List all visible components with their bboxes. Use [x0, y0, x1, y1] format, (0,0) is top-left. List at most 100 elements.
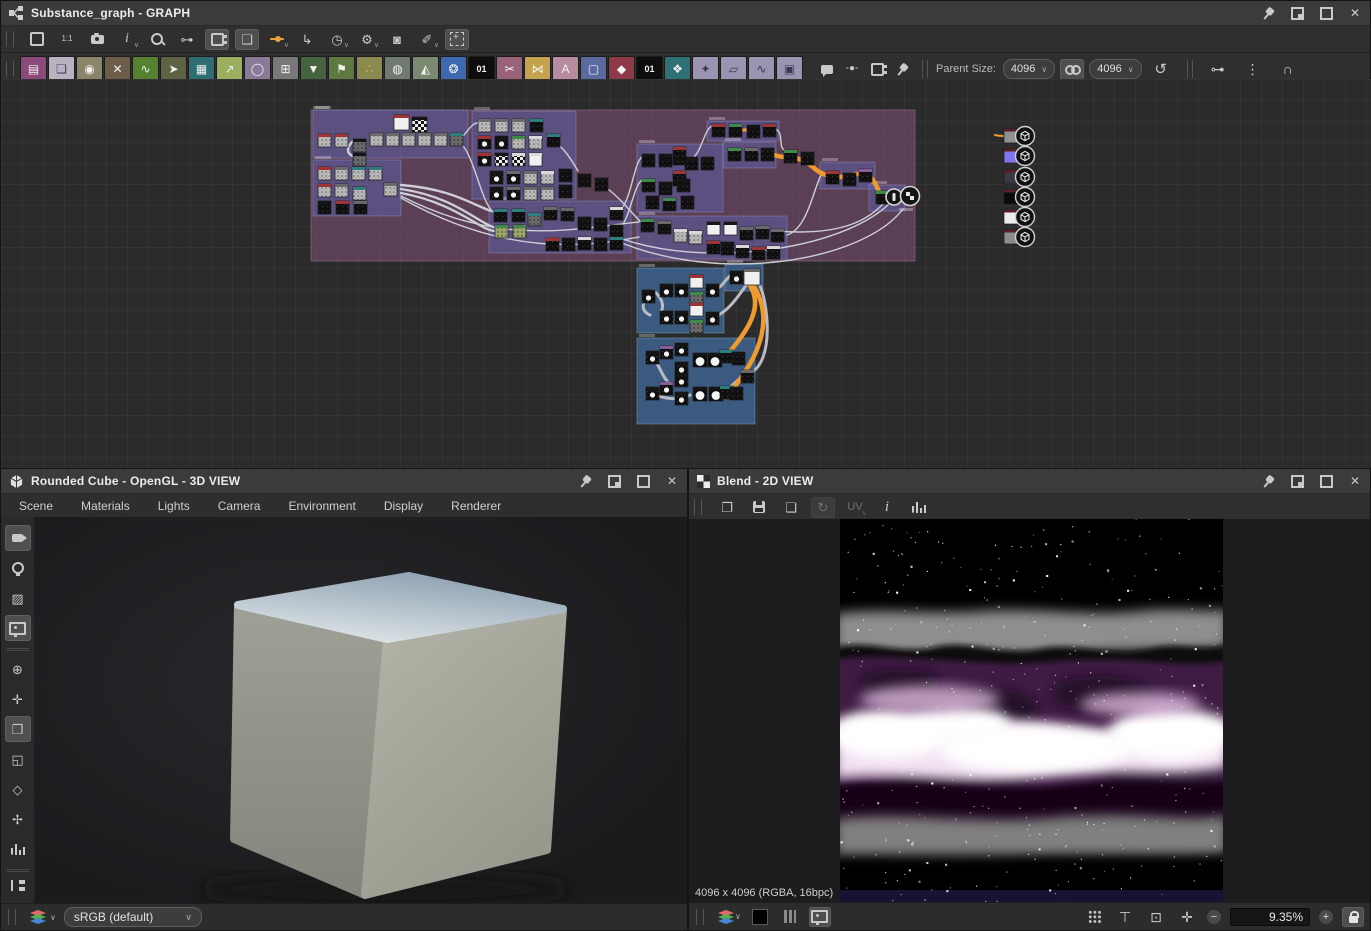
screenshot-button[interactable] — [85, 29, 109, 50]
cube-icon — [9, 474, 24, 489]
node-header — [690, 320, 703, 323]
geometry-plane-button[interactable]: ◇ — [5, 776, 31, 802]
pixel-ratio-button[interactable]: ⊤ — [1114, 907, 1136, 927]
dock-button[interactable] — [1290, 6, 1304, 20]
fit-view-button[interactable] — [25, 29, 49, 50]
floppy-icon — [753, 501, 765, 513]
menu-environment[interactable]: Environment — [274, 494, 369, 518]
highlighted-wire[interactable] — [995, 135, 1003, 136]
toolbar-grip[interactable] — [696, 909, 704, 925]
pin-item-button[interactable] — [890, 59, 914, 80]
zoom-level-input[interactable] — [1230, 908, 1310, 926]
display-filter-button[interactable] — [809, 907, 831, 927]
tools-button[interactable]: ⚙∨ — [355, 29, 379, 50]
parent-size-width-select[interactable]: 4096∨ — [1003, 59, 1055, 79]
menu-materials[interactable]: Materials — [67, 494, 144, 518]
connect-plug-button[interactable]: ⊶ — [1206, 59, 1230, 80]
graph-canvas[interactable] — [1, 79, 1371, 469]
node-header — [801, 152, 814, 155]
dock-button[interactable] — [607, 474, 621, 488]
toolbar-grip[interactable] — [8, 909, 16, 925]
compute-time-button[interactable]: ◷∨ — [325, 29, 349, 50]
fit-view-button[interactable]: ⊡ — [1145, 907, 1167, 927]
view3d-titlebar[interactable]: Rounded Cube - OpenGL - 3D VIEW ✕ — [1, 469, 687, 494]
menu-renderer[interactable]: Renderer — [437, 494, 515, 518]
color-profile-select[interactable]: sRGB (default) ∨ — [64, 907, 202, 927]
layer-display-button[interactable]: ❏ — [235, 29, 259, 50]
fit-scene-button[interactable]: ⊕ — [5, 656, 31, 682]
reset-icon: ↺ — [1154, 62, 1167, 77]
export-image-button[interactable]: ❐ — [715, 497, 739, 518]
pan-view-button[interactable]: ✛ — [1176, 907, 1198, 927]
save-image-button[interactable] — [747, 497, 771, 518]
search-button[interactable] — [145, 29, 169, 50]
node-display-button[interactable] — [205, 29, 229, 50]
zoom-lock-button[interactable] — [1342, 907, 1364, 927]
maximize-button[interactable] — [1319, 474, 1333, 488]
close-button[interactable]: ✕ — [1348, 474, 1362, 488]
view3d-viewport[interactable]: ▨ ⊕ ✛ ❒ ◱ ◇ ✢ — [1, 517, 687, 906]
transform-gizmo-button[interactable]: ✛ — [5, 686, 31, 712]
align-nodes-button[interactable]: ⋮ — [1241, 59, 1265, 80]
view2d-viewport[interactable]: 4096 x 4096 (RGBA, 16bpc) — [689, 519, 1370, 905]
dot-node-button[interactable]: -●- — [840, 59, 864, 80]
menu-camera[interactable]: Camera — [204, 494, 275, 518]
menu-scene[interactable]: Scene — [5, 494, 67, 518]
dock-button[interactable] — [1290, 474, 1304, 488]
pin-button[interactable] — [1261, 474, 1275, 488]
maximize-button[interactable] — [1319, 6, 1333, 20]
magnet-snap-button[interactable]: ∩ — [1276, 59, 1300, 80]
zoom-actual-button[interactable]: 1:1 — [55, 29, 79, 50]
pin-button[interactable] — [578, 474, 592, 488]
connection-style-elbow-button[interactable]: ↳ — [295, 29, 319, 50]
color-channels-button[interactable]: ∨ — [717, 909, 741, 925]
zoom-out-button[interactable]: − — [1207, 910, 1221, 924]
pin-button[interactable] — [1261, 6, 1275, 20]
render-stats-button[interactable] — [5, 836, 31, 862]
toolbar-grip[interactable] — [6, 31, 14, 47]
close-button[interactable]: ✕ — [1348, 6, 1362, 20]
toolbar-grip[interactable] — [6, 61, 14, 77]
image-info-button[interactable]: i — [875, 497, 899, 518]
tiling-mode-button[interactable] — [779, 907, 801, 927]
frame-label — [639, 264, 655, 267]
toolbar-grip[interactable] — [694, 499, 702, 515]
maximize-button[interactable] — [636, 474, 650, 488]
environment-button[interactable]: ▨ — [5, 585, 31, 611]
menu-lights[interactable]: Lights — [144, 494, 204, 518]
zoom-in-button[interactable]: + — [1319, 910, 1333, 924]
turntable-button[interactable]: ✢ — [5, 806, 31, 832]
frame-node-button[interactable] — [865, 59, 889, 80]
geometry-cube-button[interactable]: ❒ — [5, 716, 31, 742]
lights-button[interactable] — [5, 555, 31, 581]
view2d-bottom-left-tools: ∨ — [717, 907, 831, 927]
connection-style-dot-button[interactable]: ∨ — [265, 29, 289, 50]
lock-icon — [1349, 916, 1358, 923]
size-link-button[interactable] — [1060, 59, 1084, 80]
clean-button[interactable]: ✐∨ — [415, 29, 439, 50]
link-display-button[interactable]: ⊶ — [175, 29, 199, 50]
copy-image-button[interactable]: ❏ — [779, 497, 803, 518]
info-button[interactable]: i∨ — [115, 29, 139, 50]
parent-size-height-select[interactable]: 4096∨ — [1089, 59, 1141, 79]
close-button[interactable]: ✕ — [665, 474, 679, 488]
view2d-titlebar[interactable]: Blend - 2D VIEW ✕ — [689, 469, 1370, 494]
menu-display[interactable]: Display — [370, 494, 437, 518]
grid-toggle-button[interactable] — [1083, 907, 1105, 927]
display-settings-button[interactable] — [5, 615, 31, 641]
thumbnails-button[interactable]: ◙ — [385, 29, 409, 50]
background-color-button[interactable] — [749, 907, 771, 927]
node-thumb-dot — [679, 367, 684, 372]
node-header — [732, 352, 745, 355]
snap-grid-button[interactable] — [445, 29, 469, 50]
color-layers-icon[interactable] — [29, 909, 47, 925]
graph-panel: Substance_graph - GRAPH ✕ 1:1 i∨ ⊶ ❏ ∨ ↳ ◷∨ ⚙∨ ◙… — [0, 0, 1371, 468]
node-thumb-dot — [711, 357, 720, 366]
graph-titlebar[interactable]: Substance_graph - GRAPH ✕ — [1, 1, 1370, 26]
histogram-button[interactable] — [907, 497, 931, 518]
reset-size-button[interactable]: ↺ — [1149, 59, 1173, 80]
geometry-vertices-button[interactable]: ◱ — [5, 746, 31, 772]
scene-tree-button[interactable] — [5, 872, 31, 898]
comment-button[interactable] — [815, 59, 839, 80]
camera-view-button[interactable] — [5, 525, 31, 551]
